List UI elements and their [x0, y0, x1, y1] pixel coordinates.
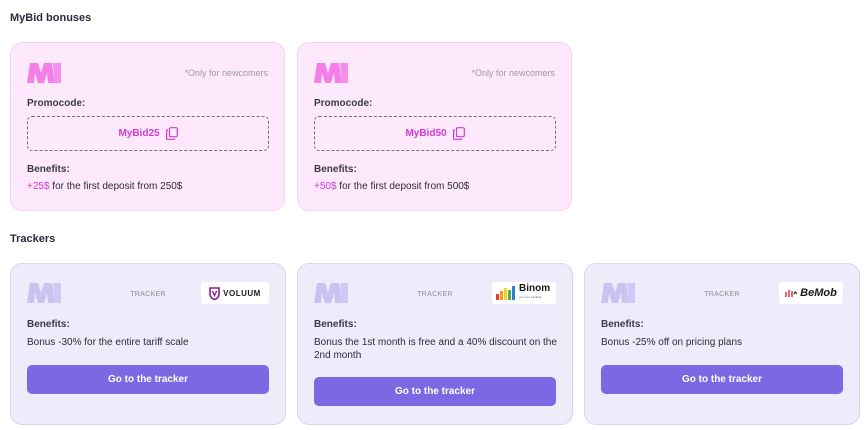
- benefits-label: Benefits:: [601, 319, 644, 330]
- trackers-title: Trackers: [10, 233, 56, 245]
- bonus-card: *Only for newcomers Promocode: MyBid50 B…: [297, 42, 572, 211]
- benefits-label: Benefits:: [27, 319, 70, 330]
- binom-subtitle: your pro tracking: [519, 295, 542, 299]
- promocode-copy-box[interactable]: MyBid25: [27, 116, 269, 151]
- promocode-label: Promocode:: [314, 98, 373, 109]
- benefit-description: +25$ for the first deposit from 250$: [27, 181, 182, 192]
- benefit-text: for the first deposit from 250$: [49, 181, 183, 192]
- benefit-amount: +25$: [27, 181, 50, 192]
- tracker-tag: TRACKER: [130, 291, 166, 298]
- bemob-name: BeMob: [800, 287, 837, 299]
- go-to-tracker-button[interactable]: Go to the tracker: [601, 365, 843, 394]
- newcomers-note: *Only for newcomers: [471, 68, 555, 78]
- tracker-tag: TRACKER: [704, 291, 740, 298]
- promocode-label: Promocode:: [27, 98, 86, 109]
- mybid-m-logo-icon: [314, 63, 348, 83]
- promocode-value: MyBid25: [118, 128, 160, 139]
- mybid-m-logo-icon: [27, 63, 61, 83]
- bemob-wave-icon: [785, 290, 798, 297]
- promocode-copy-box[interactable]: MyBid50: [314, 116, 556, 151]
- tracker-card-binom: TRACKER Binom your pro tracking Benefits…: [297, 263, 573, 425]
- mybid-m-logo-icon: [27, 283, 61, 303]
- benefit-amount: +50$: [314, 181, 337, 192]
- tracker-card-voluum: TRACKER VOLUUM Benefits: Bonus -30% for …: [10, 263, 286, 425]
- bemob-logo: BeMob: [779, 282, 843, 304]
- benefit-text: for the first deposit from 500$: [336, 181, 470, 192]
- voluum-shield-icon: [209, 286, 220, 300]
- mybid-bonuses-title: MyBid bonuses: [10, 12, 92, 24]
- bonus-card: *Only for newcomers Promocode: MyBid25 B…: [10, 42, 285, 211]
- benefits-label: Benefits:: [27, 164, 70, 175]
- voluum-name: VOLUUM: [223, 288, 261, 298]
- mybid-m-logo-icon: [314, 283, 348, 303]
- go-to-tracker-button[interactable]: Go to the tracker: [27, 365, 269, 394]
- benefit-description: +50$ for the first deposit from 500$: [314, 181, 469, 192]
- binom-name: Binom: [519, 283, 551, 294]
- binom-bars-icon: [496, 286, 515, 300]
- go-to-tracker-button[interactable]: Go to the tracker: [314, 377, 556, 406]
- voluum-logo: VOLUUM: [201, 282, 269, 304]
- benefit-text: Bonus -30% for the entire tariff scale: [27, 337, 189, 348]
- mybid-m-logo-icon: [601, 283, 635, 303]
- promocode-value: MyBid50: [405, 128, 447, 139]
- benefit-text: Bonus the 1st month is free and a 40% di…: [314, 337, 557, 361]
- tracker-card-bemob: TRACKER BeMob Benefits: Bonus -25% off o…: [584, 263, 860, 425]
- benefit-text: Bonus -25% off on pricing plans: [601, 337, 743, 348]
- binom-logo: Binom your pro tracking: [492, 282, 556, 304]
- copy-icon[interactable]: [452, 127, 465, 140]
- benefits-label: Benefits:: [314, 319, 357, 330]
- benefits-label: Benefits:: [314, 164, 357, 175]
- tracker-tag: TRACKER: [417, 291, 453, 298]
- copy-icon[interactable]: [165, 127, 178, 140]
- newcomers-note: *Only for newcomers: [184, 68, 268, 78]
